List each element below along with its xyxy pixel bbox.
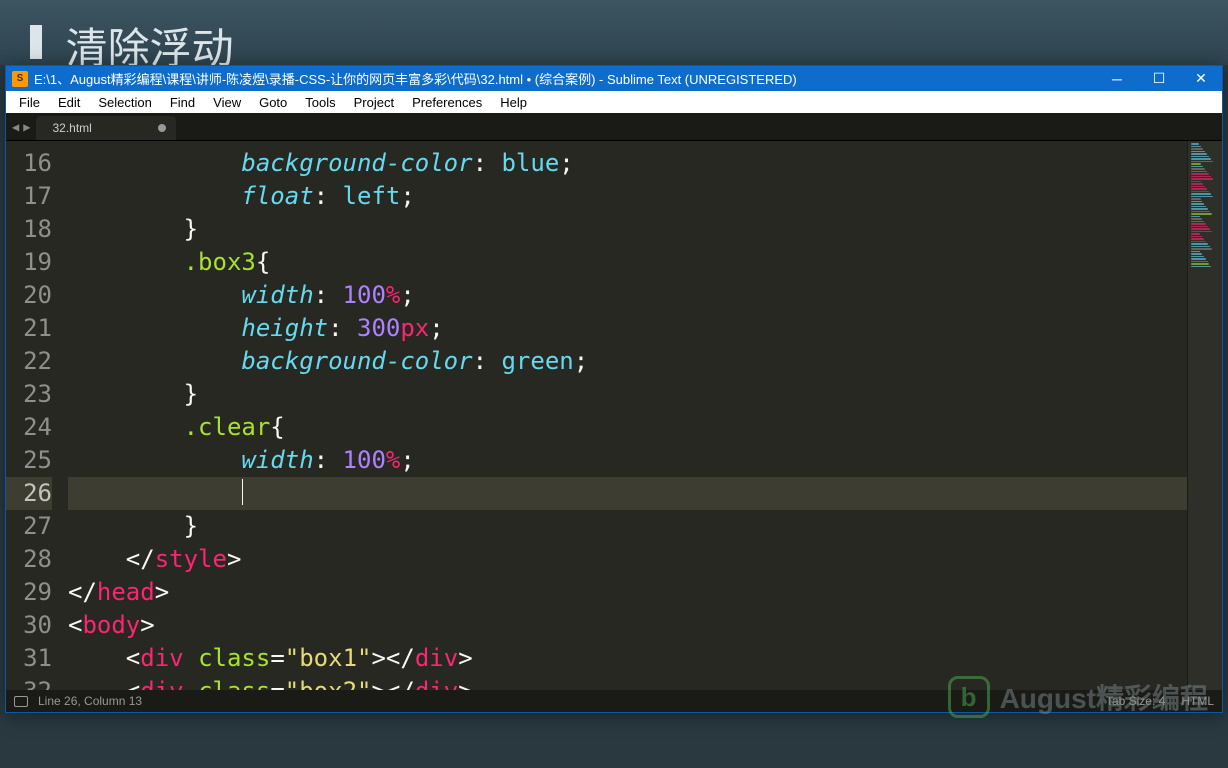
minimize-button[interactable]: ─	[1096, 66, 1138, 91]
watermark: b August精彩编程	[948, 676, 1208, 718]
panel-switcher-icon[interactable]	[14, 696, 28, 707]
line-number: 26	[6, 477, 52, 510]
window-title: E:\1、August精彩编程\课程\讲师-陈凌煜\录播-CSS-让你的网页丰富…	[34, 69, 1096, 88]
menu-bar: FileEditSelectionFindViewGotoToolsProjec…	[6, 91, 1222, 113]
file-tab[interactable]: 32.html	[36, 116, 176, 140]
watermark-text: August精彩编程	[1000, 677, 1208, 717]
line-number-gutter: 1617181920212223242526272829303132	[6, 141, 68, 690]
line-number: 19	[6, 246, 52, 279]
code-line[interactable]: float: left;	[68, 180, 1187, 213]
close-button[interactable]: ✕	[1180, 66, 1222, 91]
arrow-right-icon[interactable]: ▶	[23, 120, 30, 134]
code-line[interactable]: .box3{	[68, 246, 1187, 279]
window-controls: ─ ☐ ✕	[1096, 66, 1222, 91]
code-line[interactable]: background-color: blue;	[68, 147, 1187, 180]
code-line[interactable]: width: 100%;	[68, 279, 1187, 312]
watermark-logo-icon: b	[948, 676, 990, 718]
line-number: 27	[6, 510, 52, 543]
code-line[interactable]: }	[68, 378, 1187, 411]
line-number: 24	[6, 411, 52, 444]
code-line[interactable]: <body>	[68, 609, 1187, 642]
line-number: 18	[6, 213, 52, 246]
code-line[interactable]: </style>	[68, 543, 1187, 576]
code-line[interactable]: <div class="box1"></div>	[68, 642, 1187, 675]
minimap-content	[1191, 143, 1219, 268]
code-line[interactable]: }	[68, 213, 1187, 246]
minimap[interactable]	[1187, 141, 1222, 690]
code-content[interactable]: background-color: blue; float: left; } .…	[68, 141, 1187, 690]
tab-label: 32.html	[52, 121, 91, 135]
line-number: 21	[6, 312, 52, 345]
status-position[interactable]: Line 26, Column 13	[38, 694, 1106, 708]
line-number: 17	[6, 180, 52, 213]
code-line[interactable]: .clear{	[68, 411, 1187, 444]
menu-tools[interactable]: Tools	[296, 93, 344, 112]
menu-preferences[interactable]: Preferences	[403, 93, 491, 112]
menu-project[interactable]: Project	[345, 93, 403, 112]
arrow-left-icon[interactable]: ◀	[12, 120, 19, 134]
line-number: 25	[6, 444, 52, 477]
menu-view[interactable]: View	[204, 93, 250, 112]
line-number: 16	[6, 147, 52, 180]
sublime-text-window: S E:\1、August精彩编程\课程\讲师-陈凌煜\录播-CSS-让你的网页…	[5, 65, 1223, 713]
menu-selection[interactable]: Selection	[89, 93, 160, 112]
line-number: 23	[6, 378, 52, 411]
menu-file[interactable]: File	[10, 93, 49, 112]
line-number: 22	[6, 345, 52, 378]
menu-goto[interactable]: Goto	[250, 93, 296, 112]
line-number: 20	[6, 279, 52, 312]
code-line[interactable]: background-color: green;	[68, 345, 1187, 378]
code-line[interactable]	[68, 477, 1187, 510]
code-line[interactable]: height: 300px;	[68, 312, 1187, 345]
menu-find[interactable]: Find	[161, 93, 204, 112]
window-titlebar[interactable]: S E:\1、August精彩编程\课程\讲师-陈凌煜\录播-CSS-让你的网页…	[6, 66, 1222, 91]
code-line[interactable]: }	[68, 510, 1187, 543]
tab-bar: ◀ ▶ 32.html	[6, 113, 1222, 141]
line-number: 31	[6, 642, 52, 675]
code-line[interactable]: width: 100%;	[68, 444, 1187, 477]
slide-title-text: 清除浮动	[66, 25, 234, 65]
line-number: 28	[6, 543, 52, 576]
tab-nav-arrows[interactable]: ◀ ▶	[6, 113, 36, 140]
code-line[interactable]: </head>	[68, 576, 1187, 609]
unsaved-indicator-icon	[158, 124, 166, 132]
menu-edit[interactable]: Edit	[49, 93, 89, 112]
text-cursor	[242, 479, 243, 505]
menu-help[interactable]: Help	[491, 93, 536, 112]
line-number: 29	[6, 576, 52, 609]
line-number: 32	[6, 675, 52, 690]
background-slide-title: 清除浮动	[0, 0, 1228, 65]
editor-area[interactable]: 1617181920212223242526272829303132 backg…	[6, 141, 1222, 690]
maximize-button[interactable]: ☐	[1138, 66, 1180, 91]
line-number: 30	[6, 609, 52, 642]
app-icon: S	[12, 71, 28, 87]
